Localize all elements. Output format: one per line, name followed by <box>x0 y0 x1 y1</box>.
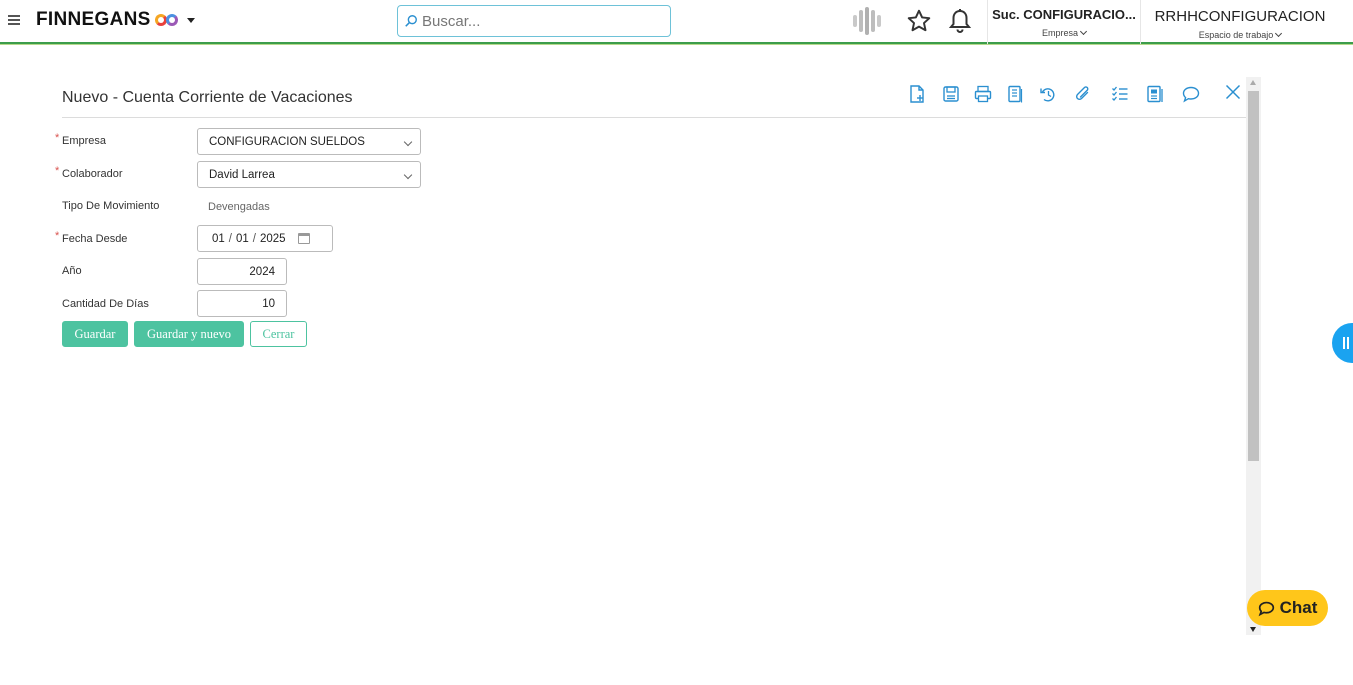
required-mark: * <box>55 132 60 144</box>
side-panel-toggle[interactable] <box>1332 323 1353 363</box>
calendar-icon[interactable] <box>298 233 310 244</box>
workspace-value: RRHHCONFIGURACION <box>1154 8 1326 25</box>
bell-icon[interactable] <box>948 8 972 34</box>
required-mark: * <box>55 230 60 242</box>
empresa-select[interactable]: CONFIGURACION SUELDOS <box>197 128 421 155</box>
comment-icon[interactable] <box>1181 84 1201 104</box>
scrollbar-thumb[interactable] <box>1248 91 1259 461</box>
top-bar: FINNEGANS Suc. CONFIGURACIO... Empresa R… <box>0 0 1353 44</box>
chevron-down-icon <box>403 170 413 180</box>
form-toolbar <box>0 84 1353 104</box>
guardar-button[interactable]: Guardar <box>62 321 128 347</box>
menu-icon[interactable] <box>8 15 20 25</box>
empresa-value: Suc. CONFIGURACIO... <box>992 7 1136 22</box>
chat-bubble-icon <box>1258 601 1274 616</box>
required-mark: * <box>55 165 60 177</box>
voice-assistant-icon[interactable] <box>851 6 883 36</box>
brand-name: FINNEGANS <box>36 9 151 30</box>
chevron-down-icon <box>403 137 413 147</box>
panel-scrollbar[interactable] <box>1246 77 1261 635</box>
chat-button[interactable]: Chat <box>1247 590 1328 626</box>
fecha-year[interactable]: 2025 <box>260 233 286 245</box>
workspace-selector[interactable]: RRHHCONFIGURACION Espacio de trabajo <box>1141 0 1339 44</box>
search-icon <box>405 15 417 27</box>
search-input[interactable] <box>422 12 662 30</box>
print-icon[interactable] <box>973 84 993 104</box>
brand-caret-icon[interactable] <box>186 17 195 23</box>
brand-logo[interactable]: FINNEGANS <box>36 9 195 31</box>
fecha-month[interactable]: 01 <box>236 233 249 245</box>
cantidad-dias-input[interactable]: 10 <box>197 290 287 317</box>
cerrar-button[interactable]: Cerrar <box>250 321 307 347</box>
new-document-icon[interactable] <box>907 84 927 104</box>
colaborador-select[interactable]: David Larrea <box>197 161 421 188</box>
anio-input[interactable]: 2024 <box>197 258 287 285</box>
chat-label: Chat <box>1279 598 1318 617</box>
history-icon[interactable] <box>1038 84 1058 104</box>
colaborador-select-value: David Larrea <box>209 168 275 181</box>
tipo-movimiento-label: Tipo De Movimiento <box>62 200 160 212</box>
brand-co-icon <box>154 12 181 28</box>
divider <box>987 0 988 44</box>
empresa-selector[interactable]: Suc. CONFIGURACIO... Empresa <box>989 0 1139 44</box>
fecha-desde-input[interactable]: 01 / 01 / 2025 <box>197 225 333 252</box>
empresa-label: Empresa <box>62 135 107 147</box>
form-panel <box>50 76 1262 636</box>
copy-icon[interactable] <box>1005 84 1025 104</box>
fecha-desde-label: Fecha Desde <box>62 233 128 245</box>
attach-icon[interactable] <box>1073 84 1093 104</box>
colaborador-label: Colaborador <box>62 168 123 180</box>
fecha-day[interactable]: 01 <box>212 233 225 245</box>
empresa-label: Empresa <box>989 28 1139 38</box>
anio-label: Año <box>62 265 82 277</box>
workspace-label: Espacio de trabajo <box>1141 30 1339 40</box>
close-icon[interactable] <box>1223 82 1243 102</box>
save-icon[interactable] <box>941 84 961 104</box>
search-box[interactable] <box>397 5 671 37</box>
cantidad-dias-label: Cantidad De Días <box>62 298 149 310</box>
title-divider <box>62 117 1246 118</box>
scroll-down-icon[interactable] <box>1250 627 1256 632</box>
empresa-select-value: CONFIGURACION SUELDOS <box>209 135 365 148</box>
checklist-icon[interactable] <box>1110 84 1130 104</box>
tipo-movimiento-value: Devengadas <box>208 201 270 213</box>
guardar-y-nuevo-button[interactable]: Guardar y nuevo <box>134 321 244 347</box>
star-icon[interactable] <box>906 8 932 34</box>
report-icon[interactable] <box>1145 84 1165 104</box>
